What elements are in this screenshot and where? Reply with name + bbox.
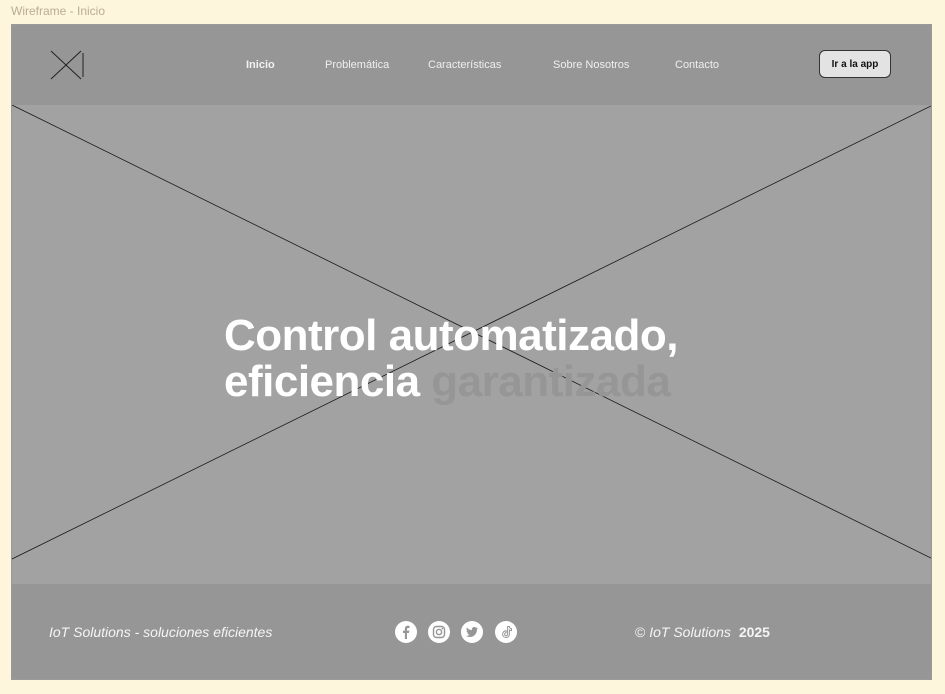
- facebook-icon[interactable]: [395, 621, 417, 643]
- nav-link-problematica[interactable]: Problemática: [325, 59, 389, 71]
- instagram-icon[interactable]: [428, 621, 450, 643]
- hero-section: Control automatizado, eficiencia garanti…: [12, 105, 931, 585]
- copyright-symbol: ©: [635, 624, 646, 640]
- nav-link-sobre-nosotros[interactable]: Sobre Nosotros: [553, 59, 629, 71]
- copyright-year: 2025: [738, 624, 770, 640]
- frame-label: Wireframe - Inicio: [11, 4, 106, 18]
- go-to-app-button[interactable]: Ir a la app: [819, 50, 891, 78]
- nav-link-inicio[interactable]: Inicio: [246, 59, 275, 71]
- logo-icon[interactable]: [50, 50, 84, 80]
- hero-title-line1: Control automatizado,: [224, 311, 678, 360]
- wireframe-page: Inicio Problemática Características Sobr…: [11, 24, 932, 680]
- footer: IoT Solutions - soluciones eficientes © …: [12, 584, 931, 679]
- tiktok-icon[interactable]: [495, 621, 517, 643]
- navbar: Inicio Problemática Características Sobr…: [12, 25, 931, 105]
- copyright-brand: IoT Solutions: [649, 624, 731, 640]
- footer-tagline: IoT Solutions - soluciones eficientes: [49, 624, 273, 640]
- twitter-icon[interactable]: [461, 621, 483, 643]
- copyright: © IoT Solutions 2025: [635, 624, 770, 640]
- hero-title-main: eficiencia: [224, 357, 420, 406]
- nav-link-contacto[interactable]: Contacto: [675, 59, 719, 71]
- hero-title-muted: garantizada: [431, 357, 671, 406]
- hero-title: Control automatizado, eficiencia garanti…: [224, 313, 678, 405]
- nav-link-caracteristicas[interactable]: Características: [428, 59, 501, 71]
